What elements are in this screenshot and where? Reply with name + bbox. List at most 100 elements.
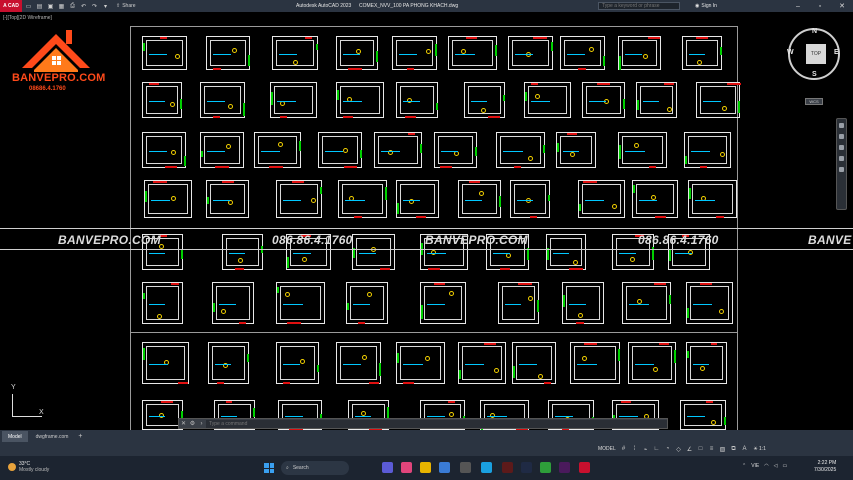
minimize-icon[interactable]: – bbox=[787, 0, 809, 12]
dimension-line bbox=[343, 101, 362, 102]
grid-icon[interactable]: # bbox=[620, 445, 627, 453]
room-wall-outline bbox=[500, 136, 541, 164]
compass-north[interactable]: N bbox=[812, 28, 817, 35]
weather-widget[interactable]: 33°C Mostly cloudy bbox=[8, 461, 49, 473]
dimension-line bbox=[569, 304, 586, 305]
furniture-symbol bbox=[285, 292, 290, 297]
sign-in-label: Sign In bbox=[701, 3, 717, 9]
window-marker bbox=[579, 204, 581, 211]
edge-icon[interactable] bbox=[481, 462, 492, 473]
language-indicator[interactable]: VIE bbox=[751, 463, 759, 469]
pan-icon[interactable] bbox=[839, 134, 844, 139]
furniture-symbol bbox=[538, 374, 543, 379]
layout-tabs: Model dwgframe.com + bbox=[0, 430, 853, 443]
wifi-icon[interactable]: ◠ bbox=[764, 463, 768, 469]
save-icon[interactable]: ▣ bbox=[46, 2, 55, 11]
compass-east[interactable]: E bbox=[834, 49, 839, 56]
floor-plan-block bbox=[420, 282, 466, 324]
viewcube[interactable]: TOP N S E W bbox=[787, 28, 840, 80]
compass-west[interactable]: W bbox=[787, 49, 794, 56]
chrome-icon[interactable] bbox=[540, 462, 551, 473]
redo-icon[interactable]: ↷ bbox=[90, 2, 99, 11]
windows-logo-tile bbox=[269, 463, 274, 468]
annotation-visibility-icon[interactable]: A bbox=[741, 445, 748, 453]
help-search[interactable] bbox=[598, 2, 680, 10]
illustrator-icon[interactable] bbox=[502, 462, 513, 473]
annotation-scale-icon[interactable]: ⚹ bbox=[752, 445, 759, 453]
window-marker bbox=[551, 42, 553, 51]
lineweight-icon[interactable]: ≡ bbox=[708, 445, 715, 453]
workspace-icon[interactable]: ▾ bbox=[101, 2, 110, 11]
clock[interactable]: 2:22 PM 7/30/2025 bbox=[814, 460, 836, 474]
furniture-symbol bbox=[700, 366, 705, 371]
new-icon[interactable]: ▭ bbox=[24, 2, 33, 11]
volume-icon[interactable]: ◁ bbox=[774, 463, 778, 469]
copilot-icon[interactable] bbox=[401, 462, 412, 473]
door-marker bbox=[343, 116, 353, 118]
door-marker bbox=[215, 166, 229, 168]
snap-icon[interactable]: ⁞ bbox=[631, 445, 638, 453]
help-search-input[interactable] bbox=[602, 3, 674, 9]
add-layout-button[interactable]: + bbox=[78, 433, 82, 440]
dimension-line bbox=[629, 304, 649, 305]
command-input[interactable] bbox=[206, 419, 667, 428]
autocad-taskbar-icon[interactable] bbox=[579, 462, 590, 473]
dimension-line bbox=[149, 364, 168, 365]
save-as-icon[interactable]: ▦ bbox=[57, 2, 66, 11]
room-wall-outline bbox=[686, 40, 718, 66]
print-icon[interactable]: ⎙ bbox=[68, 2, 77, 11]
orbit-icon[interactable] bbox=[839, 156, 844, 161]
door-marker bbox=[269, 166, 283, 168]
showmotion-icon[interactable] bbox=[839, 167, 844, 172]
task-view-icon[interactable] bbox=[382, 462, 393, 473]
object-snap-tracking-icon[interactable]: ∠ bbox=[686, 445, 693, 453]
selection-cycling-icon[interactable]: ⧉ bbox=[730, 445, 737, 453]
full-navigation-wheel-icon[interactable] bbox=[839, 123, 844, 128]
mail-icon[interactable] bbox=[460, 462, 471, 473]
tab-model[interactable]: Model bbox=[2, 431, 28, 442]
transparency-icon[interactable]: ▧ bbox=[719, 445, 726, 453]
zoom-icon[interactable] bbox=[839, 145, 844, 150]
dynamic-input-icon[interactable]: ⌁ bbox=[642, 445, 649, 453]
xd-icon[interactable] bbox=[559, 462, 570, 473]
close-icon[interactable]: ✕ bbox=[831, 0, 853, 12]
annotation-scale[interactable]: 1:1 bbox=[759, 446, 766, 452]
autocad-logo[interactable]: A CAD bbox=[0, 0, 22, 12]
close-icon[interactable]: ✕ bbox=[179, 420, 188, 427]
floor-plan-block bbox=[696, 82, 741, 118]
dimension-line bbox=[403, 200, 420, 201]
room-wall-outline bbox=[378, 136, 418, 164]
battery-icon[interactable]: ▭ bbox=[783, 463, 788, 469]
door-marker bbox=[226, 401, 232, 403]
window-marker bbox=[376, 51, 378, 62]
maximize-icon[interactable]: ▫ bbox=[809, 0, 831, 12]
file-explorer-icon[interactable] bbox=[420, 462, 431, 473]
wrench-icon[interactable]: ⚙ bbox=[188, 420, 197, 427]
photoshop-icon[interactable] bbox=[521, 462, 532, 473]
ortho-icon[interactable]: ∟ bbox=[653, 445, 660, 453]
drawing-viewport[interactable]: [-][Top][2D Wireframe] BANVEPRO.COM 0868… bbox=[0, 12, 853, 430]
object-snap-icon[interactable]: □ bbox=[697, 445, 704, 453]
floor-plan-block bbox=[682, 36, 722, 70]
isometric-icon[interactable]: ◇ bbox=[675, 445, 682, 453]
window-marker bbox=[387, 407, 389, 418]
furniture-symbol bbox=[578, 313, 583, 318]
undo-icon[interactable]: ↶ bbox=[79, 2, 88, 11]
navigation-bar[interactable] bbox=[836, 118, 847, 210]
sign-in-button[interactable]: ◉ Sign In bbox=[695, 3, 717, 9]
tab-layout[interactable]: dwgframe.com bbox=[30, 431, 75, 442]
share-button[interactable]: ⇧ Share bbox=[116, 3, 136, 9]
dimension-line bbox=[149, 253, 165, 254]
tray-expand-icon[interactable]: ⌃ bbox=[742, 463, 746, 469]
command-line[interactable]: ✕ ⚙ › bbox=[178, 418, 668, 429]
store-icon[interactable] bbox=[439, 462, 450, 473]
taskbar-search[interactable]: ⌕ Search bbox=[281, 461, 349, 475]
viewcube-top-face[interactable]: TOP bbox=[806, 44, 826, 64]
model-space-toggle[interactable]: MODEL bbox=[598, 446, 616, 452]
start-button[interactable] bbox=[264, 463, 274, 473]
window-marker bbox=[143, 293, 145, 299]
polar-icon[interactable]: ◔ bbox=[664, 445, 671, 453]
compass-south[interactable]: S bbox=[812, 71, 817, 78]
open-icon[interactable]: ▤ bbox=[35, 2, 44, 11]
wcs-menu[interactable]: WCS bbox=[805, 98, 823, 105]
